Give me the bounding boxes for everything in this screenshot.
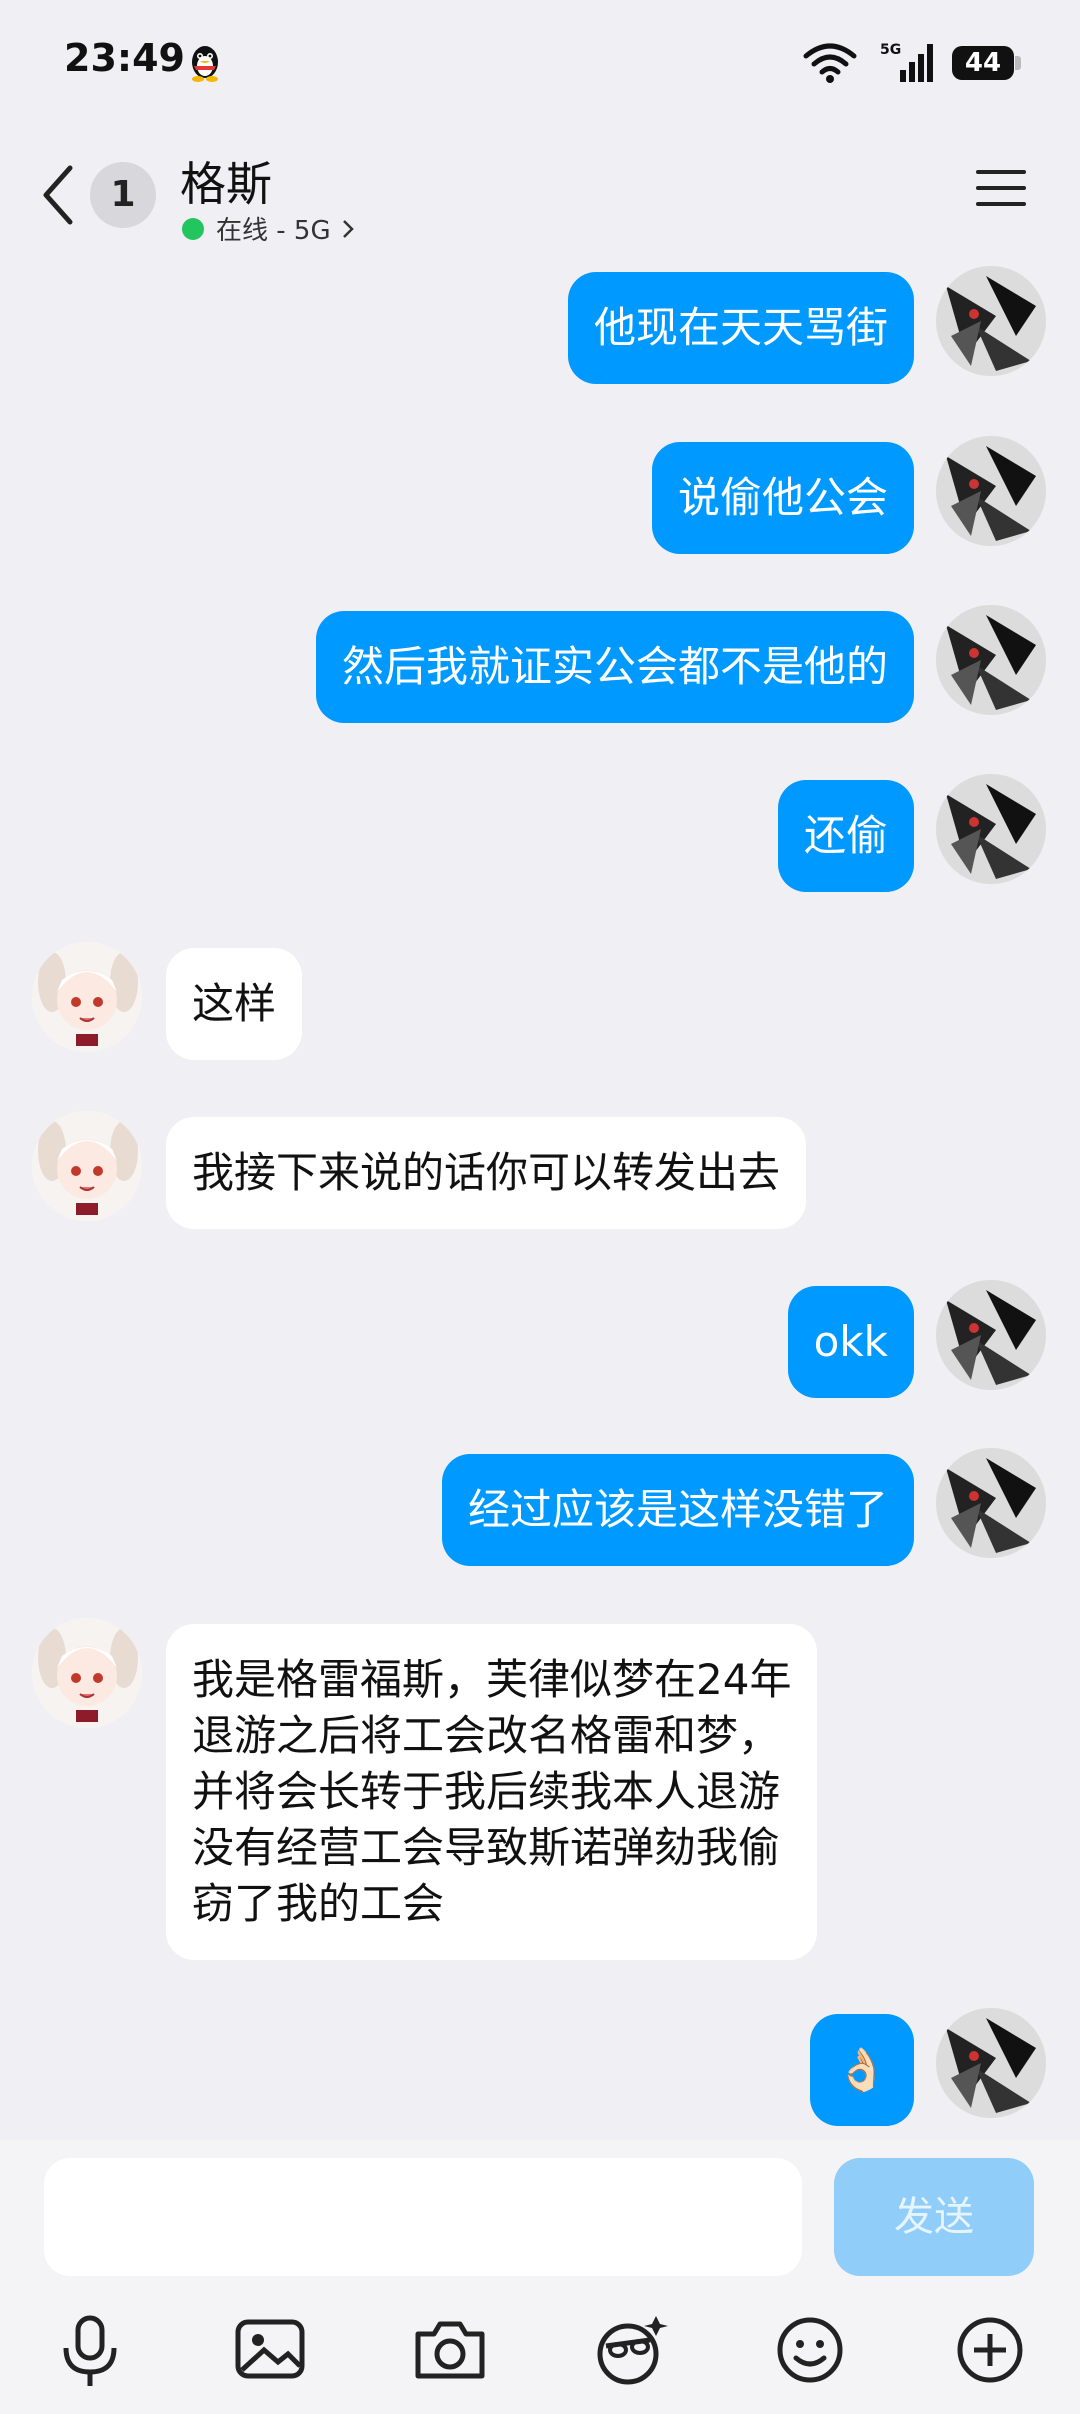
message-bubble-incoming[interactable]: 这样 (166, 948, 303, 1060)
message-bubble-outgoing[interactable]: 👌🏻 (809, 2014, 914, 2126)
message-bubble-incoming[interactable]: 我接下来说的话你可以转发出去 (166, 1117, 807, 1229)
my-avatar-image (936, 774, 1046, 884)
cellular-signal-icon: 5G (880, 42, 933, 82)
my-avatar[interactable] (936, 266, 1046, 376)
contact-avatar-image (32, 1618, 142, 1728)
message-bubble-outgoing[interactable]: 经过应该是这样没错了 (441, 1454, 914, 1566)
composer-toolbar (0, 2310, 1080, 2410)
my-avatar[interactable] (936, 2008, 1046, 2118)
my-avatar[interactable] (936, 436, 1046, 546)
camera-icon[interactable] (410, 2310, 490, 2390)
emoji-icon[interactable] (770, 2310, 850, 2390)
my-avatar[interactable] (936, 1280, 1046, 1390)
contact-avatar-image (32, 942, 142, 1052)
contact-name[interactable]: 格斯 (180, 148, 272, 214)
online-dot-icon (182, 217, 204, 240)
message-bubble-outgoing[interactable]: 说偷他公会 (651, 442, 914, 554)
message-line: 窃了我的工会 (192, 1879, 445, 1928)
message-bubble-outgoing[interactable]: 还偷 (777, 780, 914, 892)
contact-avatar[interactable] (32, 1111, 142, 1221)
my-avatar-image (936, 266, 1046, 376)
message-input[interactable] (44, 2158, 802, 2276)
my-avatar[interactable] (936, 774, 1046, 884)
battery-tip (1015, 56, 1021, 70)
presence-text: 在线 - 5G (216, 216, 331, 246)
plus-icon[interactable] (950, 2310, 1030, 2390)
my-avatar-image (936, 2008, 1046, 2118)
message-line: 没有经营工会导致斯诺弹劾我偷 (192, 1823, 781, 1872)
chevron-right-icon (342, 219, 354, 238)
chat-header: 1 格斯 在线 - 5G (0, 130, 1080, 260)
my-avatar-image (936, 605, 1046, 715)
unread-count-badge[interactable]: 1 (90, 162, 156, 228)
presence-status[interactable]: 在线 - 5G (182, 210, 355, 247)
send-button[interactable]: 发送 (834, 2158, 1034, 2276)
image-icon[interactable] (230, 2310, 310, 2390)
message-bubble-outgoing[interactable]: 他现在天天骂街 (567, 272, 914, 384)
battery-icon: 44 (952, 46, 1014, 80)
qq-penguin-icon (192, 46, 218, 82)
sticker-icon[interactable] (590, 2310, 670, 2390)
my-avatar[interactable] (936, 1448, 1046, 1558)
message-bubble-incoming[interactable]: 我是格雷福斯，芙律似梦在24年 退游之后将工会改名格雷和梦， 并将会长转于我后续… (166, 1624, 818, 1960)
contact-avatar-image (32, 1111, 142, 1221)
svg-text:5G: 5G (880, 42, 901, 58)
message-bubble-outgoing[interactable]: 然后我就证实公会都不是他的 (315, 611, 914, 723)
composer: 发送 (0, 2140, 1080, 2414)
my-avatar-image (936, 1448, 1046, 1558)
status-time: 23:49 (64, 36, 185, 80)
message-line: 我是格雷福斯，芙律似梦在24年 (192, 1655, 792, 1704)
message-line: 退游之后将工会改名格雷和梦， (192, 1711, 781, 1760)
my-avatar-image (936, 1280, 1046, 1390)
my-avatar-image (936, 436, 1046, 546)
status-bar: 23:49 5G 44 (0, 0, 1080, 120)
message-line: 并将会长转于我后续我本人退游 (192, 1767, 781, 1816)
my-avatar[interactable] (936, 605, 1046, 715)
menu-icon[interactable] (974, 164, 1028, 212)
contact-avatar[interactable] (32, 942, 142, 1052)
microphone-icon[interactable] (50, 2310, 130, 2390)
message-bubble-outgoing[interactable]: okk (787, 1286, 914, 1398)
wifi-icon (803, 43, 857, 83)
contact-avatar[interactable] (32, 1618, 142, 1728)
back-arrow-icon[interactable] (36, 160, 80, 230)
